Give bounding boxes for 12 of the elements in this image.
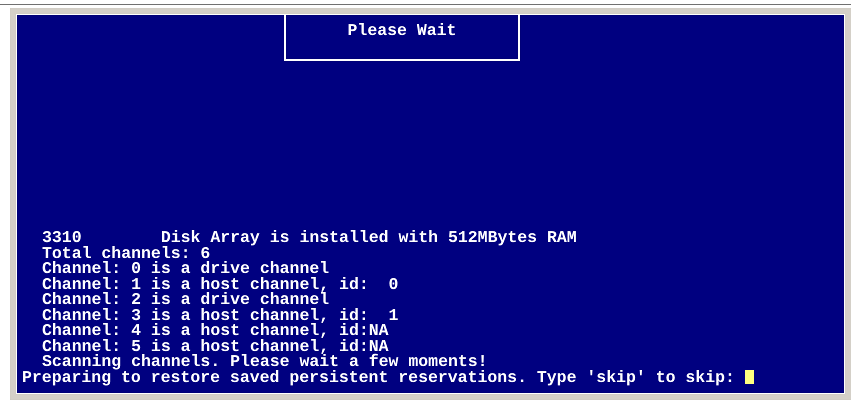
console-line: Total channels: 6 [41, 246, 210, 261]
console-line: Channel: 2 is a drive channel [41, 292, 330, 308]
console-line: Channel: 0 is a drive channel [41, 261, 330, 276]
console-line: Channel: 4 is a host channel, id:NA [41, 323, 390, 338]
dialog-title: Please Wait [348, 21, 456, 40]
console-line: Channel: 1 is a host channel, id: 0 [41, 276, 400, 292]
console-line: Scanning channels. Please wait a few moments! [42, 354, 488, 370]
console-line: 3310 Disk Array is installed with 512MBytes RAM [41, 230, 578, 246]
console-line: Channel: 5 is a host channel, id:NA [41, 338, 389, 354]
console-prompt: Preparing to restore saved persistent reservations. Type 'skip' to skip: [22, 370, 736, 385]
console-line: Channel: 3 is a host channel, id: 1 [41, 308, 400, 323]
text-cursor [744, 370, 754, 384]
